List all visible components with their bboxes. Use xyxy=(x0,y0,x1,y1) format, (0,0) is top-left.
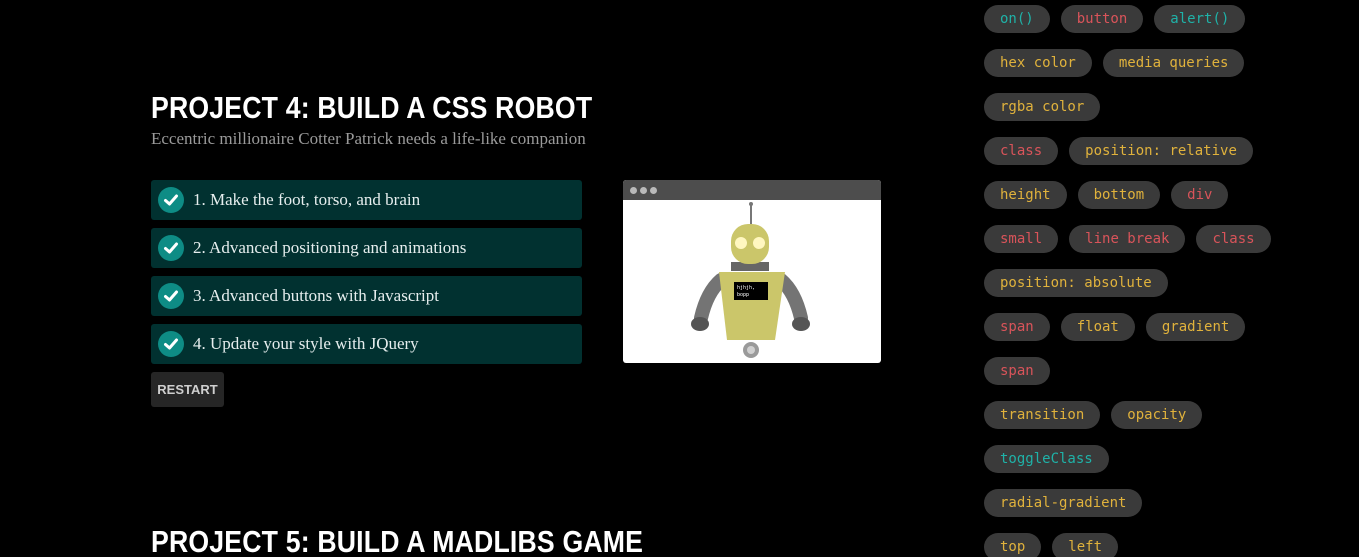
concept-tag[interactable]: radial-gradient xyxy=(984,489,1143,517)
robot-right-hand xyxy=(792,317,810,331)
concept-tag[interactable]: div xyxy=(1171,181,1229,209)
concept-tag[interactable]: on() xyxy=(984,5,1050,33)
concept-tag[interactable]: span xyxy=(984,313,1050,341)
robot-text-line2: bopp xyxy=(737,292,749,298)
robot-preview-window: hjhjh, bopp xyxy=(623,180,881,363)
step-item[interactable]: 4. Update your style with JQuery xyxy=(151,324,582,364)
window-dot-icon xyxy=(640,186,647,194)
project-5-title: PROJECT 5: BUILD A MADLIBS GAME xyxy=(151,524,644,557)
concept-tag[interactable]: transition xyxy=(984,401,1101,429)
project-4-subtitle: Eccentric millionaire Cotter Patrick nee… xyxy=(151,129,586,148)
concept-tag[interactable]: class xyxy=(984,137,1059,165)
tag-row: rgba color xyxy=(984,93,1344,121)
concept-tag[interactable]: float xyxy=(1060,313,1135,341)
robot-illustration: hjhjh, bopp xyxy=(691,202,810,358)
concept-tag[interactable]: line break xyxy=(1069,225,1186,253)
check-icon xyxy=(158,235,184,261)
concept-tag[interactable]: position: absolute xyxy=(984,269,1168,297)
restart-button[interactable]: RESTART xyxy=(151,372,224,407)
check-icon xyxy=(158,187,184,213)
concept-tag[interactable]: toggleClass xyxy=(984,445,1109,473)
concept-tag[interactable]: top xyxy=(984,533,1042,557)
tag-row: toggleClass xyxy=(984,445,1344,473)
concept-tag[interactable]: rgba color xyxy=(984,93,1101,121)
tag-row: position: absolute xyxy=(984,269,1344,297)
tag-row: span xyxy=(984,357,1344,385)
robot-right-arm xyxy=(774,273,808,325)
robot-left-hand xyxy=(691,317,709,331)
robot-left-arm xyxy=(694,273,728,325)
tag-row: small line break class xyxy=(984,225,1344,253)
concept-tag[interactable]: bottom xyxy=(1077,181,1161,209)
preview-title-bar xyxy=(623,180,881,200)
tag-row: radial-gradient xyxy=(984,489,1344,517)
concept-tag[interactable]: position: relative xyxy=(1069,137,1253,165)
robot-left-eye xyxy=(735,237,747,249)
robot-right-eye xyxy=(753,237,765,249)
project-4-title: PROJECT 4: BUILD A CSS ROBOT xyxy=(151,90,593,125)
window-dot-icon xyxy=(630,186,637,194)
step-label: 2. Advanced positioning and animations xyxy=(193,238,467,257)
tag-row: on() button alert() xyxy=(984,5,1344,33)
step-item[interactable]: 2. Advanced positioning and animations xyxy=(151,228,582,268)
step-label: 4. Update your style with JQuery xyxy=(193,334,419,353)
concept-tag[interactable]: height xyxy=(984,181,1067,209)
concept-tag[interactable]: gradient xyxy=(1145,313,1246,341)
check-icon xyxy=(158,331,184,357)
concept-tag[interactable]: opacity xyxy=(1111,401,1203,429)
concept-tag[interactable]: class xyxy=(1196,225,1271,253)
tag-row: height bottom div xyxy=(984,181,1344,209)
concept-tag[interactable]: hex color xyxy=(984,49,1092,77)
tag-row: transition opacity xyxy=(984,401,1344,429)
tag-row: top left xyxy=(984,533,1344,557)
step-item[interactable]: 3. Advanced buttons with Javascript xyxy=(151,276,582,316)
step-label: 3. Advanced buttons with Javascript xyxy=(193,286,439,305)
check-icon xyxy=(158,283,184,309)
concept-tag[interactable]: alert() xyxy=(1154,5,1246,33)
concept-tag[interactable]: left xyxy=(1052,533,1119,557)
concept-tag[interactable]: media queries xyxy=(1102,49,1245,77)
step-label: 1. Make the foot, torso, and brain xyxy=(193,190,421,209)
concept-tag-cloud: on() button alert() hex color media queries r… xyxy=(984,5,1344,557)
concept-tag[interactable]: button xyxy=(1060,5,1144,33)
concept-tag[interactable]: span xyxy=(984,357,1050,385)
tag-row: span float gradient xyxy=(984,313,1344,341)
tag-row: class position: relative xyxy=(984,137,1344,165)
step-item[interactable]: 1. Make the foot, torso, and brain xyxy=(151,180,582,220)
step-list: 1. Make the foot, torso, and brain 2. Adv… xyxy=(151,180,582,372)
window-dot-icon xyxy=(650,186,657,194)
robot-text-line1: hjhjh, xyxy=(737,285,755,291)
tag-row: hex color media queries xyxy=(984,49,1344,77)
concept-tag[interactable]: small xyxy=(984,225,1059,253)
